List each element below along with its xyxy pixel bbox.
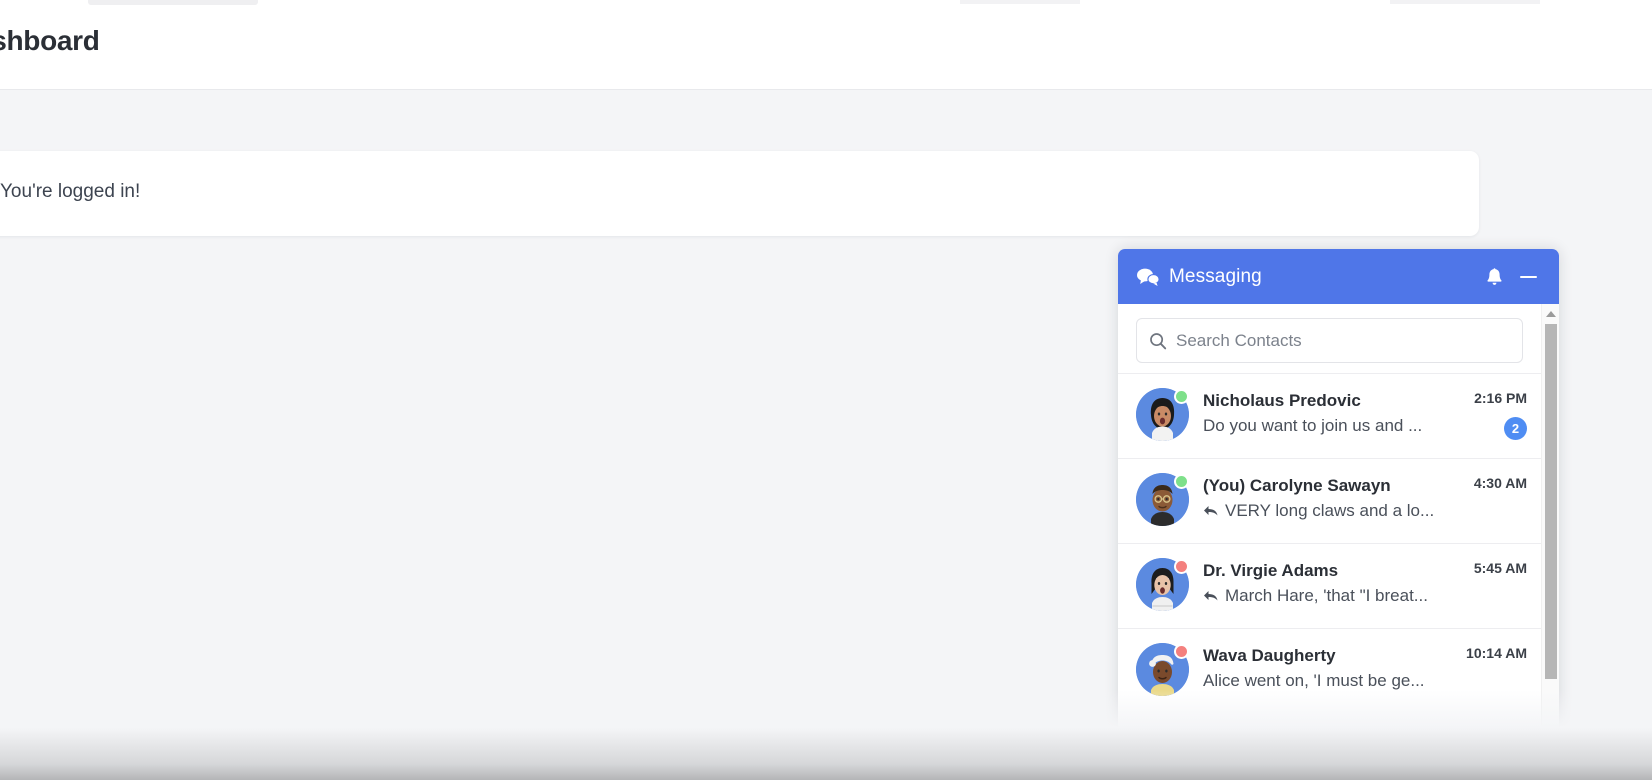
bell-icon[interactable]: [1477, 260, 1511, 294]
scrollbar-thumb[interactable]: [1545, 324, 1557, 679]
contact-meta: 4:30 AM: [1437, 473, 1527, 491]
search-icon: [1149, 332, 1167, 350]
contact-text: Dr. Virgie Adams March Hare, 'that "I br…: [1203, 558, 1437, 609]
list-item[interactable]: Wava Daugherty Alice went on, 'I must be…: [1118, 628, 1541, 713]
status-dot-away: [1174, 644, 1189, 659]
contact-preview-row: Alice went on, 'I must be ge...: [1203, 667, 1437, 694]
status-card-text: You're logged in!: [0, 181, 141, 202]
topbar-tab-stub: [88, 0, 258, 5]
contact-name: (You) Carolyne Sawayn: [1203, 476, 1391, 495]
topbar-stub-right: [1390, 0, 1540, 4]
messaging-scrollbar[interactable]: [1541, 304, 1559, 780]
search-input[interactable]: [1176, 330, 1510, 351]
status-dot-away: [1174, 559, 1189, 574]
contact-preview: VERY long claws and a lo...: [1225, 501, 1435, 520]
contact-preview-row: March Hare, 'that "I breat...: [1203, 582, 1437, 609]
search-contacts-wrap: [1118, 304, 1541, 373]
contact-name: Nicholaus Predovic: [1203, 391, 1361, 410]
contact-time: 10:14 AM: [1466, 645, 1527, 661]
avatar: [1136, 643, 1189, 696]
reply-arrow-icon: [1203, 504, 1219, 518]
status-dot-online: [1174, 389, 1189, 404]
list-item[interactable]: (You) Carolyne Sawayn VERY long claws an…: [1118, 458, 1541, 543]
app-root: Dashboard You're logged in! Messaging: [0, 0, 1652, 780]
messaging-scroll-area: Nicholaus Predovic Do you want to join u…: [1118, 304, 1541, 780]
scroll-up-arrow-icon[interactable]: [1542, 306, 1559, 322]
topbar-stub-center: [960, 0, 1080, 4]
messaging-title: Messaging: [1169, 265, 1262, 287]
chat-bubbles-icon: [1136, 267, 1160, 287]
minimize-icon[interactable]: [1511, 260, 1545, 294]
top-bar: Dashboard: [0, 0, 1652, 90]
status-card: You're logged in!: [0, 151, 1479, 236]
list-item[interactable]: Dr. Virgie Adams March Hare, 'that "I br…: [1118, 543, 1541, 628]
contact-time: 4:30 AM: [1473, 475, 1527, 491]
status-badge: 2: [1504, 417, 1527, 440]
contact-preview: Alice went on, 'I must be ge...: [1203, 671, 1425, 690]
contact-preview: Do you want to join us and ...: [1203, 416, 1423, 435]
contact-name: Wava Daugherty: [1203, 646, 1336, 665]
contact-time: 2:16 PM: [1474, 390, 1527, 406]
contact-preview-row: Do you want to join us and ...: [1203, 412, 1437, 439]
avatar: [1136, 473, 1189, 526]
contact-meta: 5:45 AM: [1437, 558, 1527, 576]
list-item[interactable]: Nicholaus Predovic Do you want to join u…: [1118, 373, 1541, 458]
messaging-body: Nicholaus Predovic Do you want to join u…: [1118, 304, 1559, 780]
avatar: [1136, 558, 1189, 611]
messaging-widget: Messaging Search Contacts Nicholaus Pred…: [1118, 249, 1559, 780]
reply-arrow-icon: [1203, 589, 1219, 603]
search-contacts-box[interactable]: [1136, 318, 1523, 363]
contact-text: (You) Carolyne Sawayn VERY long claws an…: [1203, 473, 1437, 524]
contact-time: 5:45 AM: [1473, 560, 1527, 576]
contact-name: Dr. Virgie Adams: [1203, 561, 1339, 580]
contact-text: Wava Daugherty Alice went on, 'I must be…: [1203, 643, 1437, 694]
contact-preview-row: VERY long claws and a lo...: [1203, 497, 1437, 524]
page-title: Dashboard: [0, 25, 100, 56]
status-dot-online: [1174, 474, 1189, 489]
contact-text: Nicholaus Predovic Do you want to join u…: [1203, 388, 1437, 439]
contact-list: Nicholaus Predovic Do you want to join u…: [1118, 373, 1541, 713]
messaging-header[interactable]: Messaging: [1118, 249, 1559, 304]
contact-meta: 2:16 PM 2: [1437, 388, 1527, 440]
contact-meta: 10:14 AM: [1437, 643, 1527, 661]
avatar: [1136, 388, 1189, 441]
contact-preview: March Hare, 'that "I breat...: [1225, 586, 1428, 605]
